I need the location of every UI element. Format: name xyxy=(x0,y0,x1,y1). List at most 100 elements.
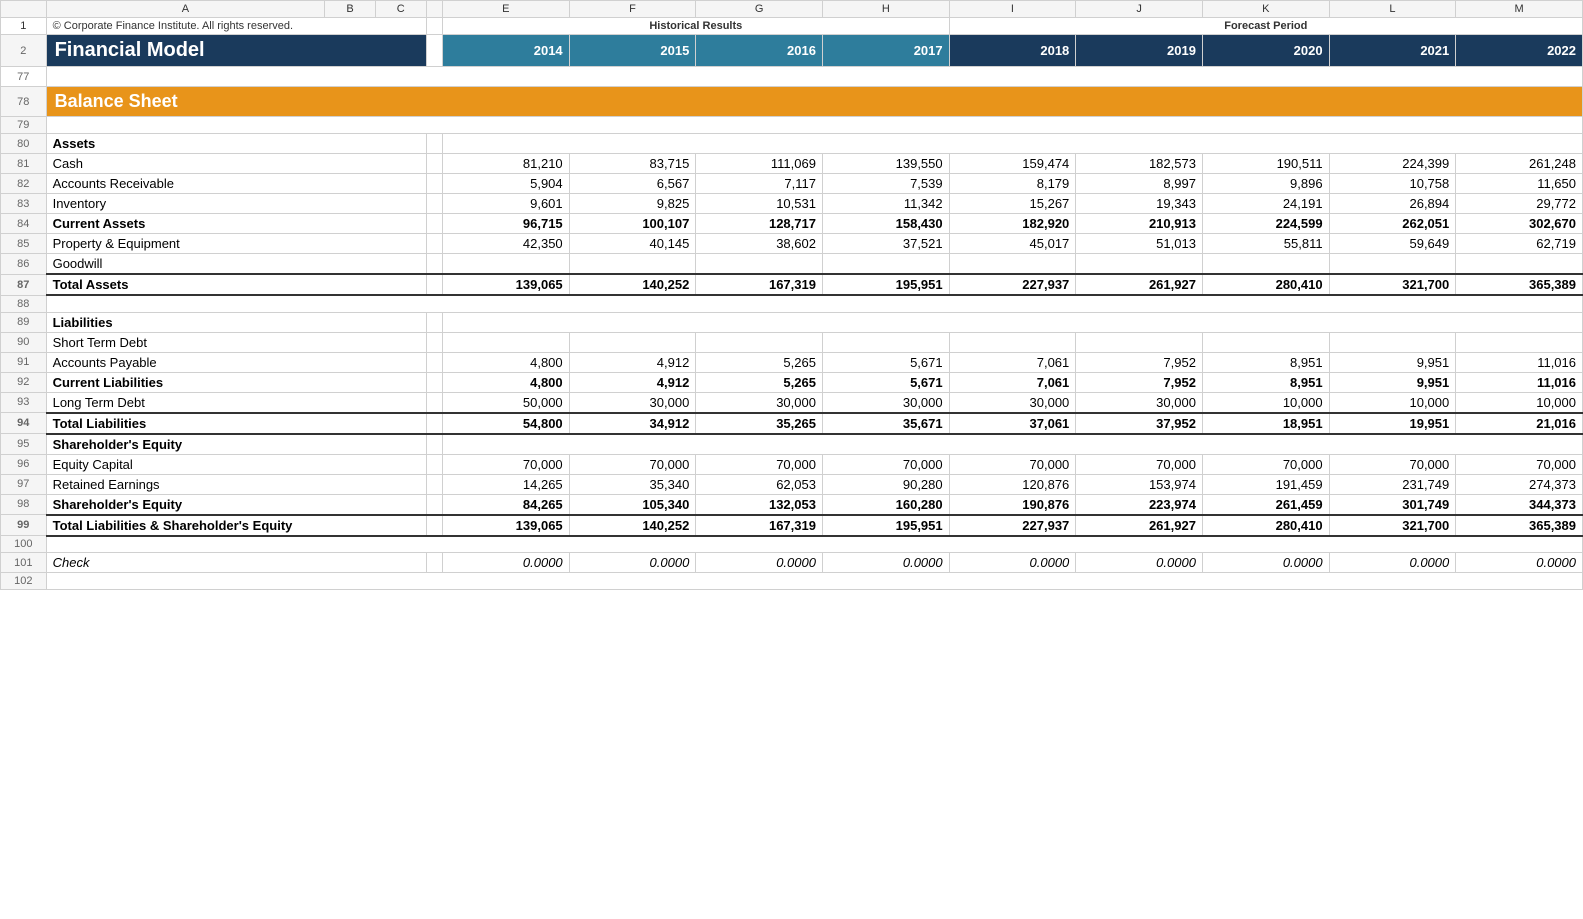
year-2015: 2015 xyxy=(569,35,696,67)
tl-2016: 35,265 xyxy=(696,413,823,434)
cash-2021: 224,399 xyxy=(1329,154,1456,174)
ec-2020: 70,000 xyxy=(1202,454,1329,474)
inv-2020: 24,191 xyxy=(1202,194,1329,214)
tl-2015: 34,912 xyxy=(569,413,696,434)
col-header-j: J xyxy=(1076,1,1203,18)
re-2015: 35,340 xyxy=(569,474,696,494)
row-79: 79 xyxy=(1,117,1583,134)
goodwill-label: Goodwill xyxy=(46,254,426,275)
year-2021: 2021 xyxy=(1329,35,1456,67)
ec-2017: 70,000 xyxy=(822,454,949,474)
forecast-header: Forecast Period xyxy=(949,18,1582,35)
check-2020: 0.0000 xyxy=(1202,553,1329,573)
cl-2017: 5,671 xyxy=(822,372,949,392)
std-label: Short Term Debt xyxy=(46,332,426,352)
cl-2016: 5,265 xyxy=(696,372,823,392)
ca-2020: 224,599 xyxy=(1202,214,1329,234)
cl-2014: 4,800 xyxy=(443,372,570,392)
spreadsheet: A B C E F G H I J K L M 1 © Corporate Fi… xyxy=(0,0,1583,590)
col-header-i: I xyxy=(949,1,1076,18)
se-2016: 132,053 xyxy=(696,494,823,515)
row-80: 80 Assets xyxy=(1,134,1583,154)
year-2019: 2019 xyxy=(1076,35,1203,67)
ca-2015: 100,107 xyxy=(569,214,696,234)
ppe-label: Property & Equipment xyxy=(46,234,426,254)
ap-2020: 8,951 xyxy=(1202,352,1329,372)
year-2022: 2022 xyxy=(1456,35,1583,67)
row-87: 87 Total Assets 139,065 140,252 167,319 … xyxy=(1,274,1583,295)
ppe-2022: 62,719 xyxy=(1456,234,1583,254)
ta-2019: 261,927 xyxy=(1076,274,1203,295)
year-2018: 2018 xyxy=(949,35,1076,67)
re-2016: 62,053 xyxy=(696,474,823,494)
ar-2017: 7,539 xyxy=(822,174,949,194)
ar-2019: 8,997 xyxy=(1076,174,1203,194)
inv-2014: 9,601 xyxy=(443,194,570,214)
se-2015: 105,340 xyxy=(569,494,696,515)
ec-label: Equity Capital xyxy=(46,454,426,474)
ca-2018: 182,920 xyxy=(949,214,1076,234)
ltd-label: Long Term Debt xyxy=(46,392,426,413)
ltd-2021: 10,000 xyxy=(1329,392,1456,413)
tle-2017: 195,951 xyxy=(822,515,949,536)
tle-2018: 227,937 xyxy=(949,515,1076,536)
ap-2017: 5,671 xyxy=(822,352,949,372)
row-1: 1 © Corporate Finance Institute. All rig… xyxy=(1,18,1583,35)
ppe-2017: 37,521 xyxy=(822,234,949,254)
ar-2021: 10,758 xyxy=(1329,174,1456,194)
ca-2014: 96,715 xyxy=(443,214,570,234)
check-2018: 0.0000 xyxy=(949,553,1076,573)
row-101: 101 Check 0.0000 0.0000 0.0000 0.0000 0.… xyxy=(1,553,1583,573)
cl-2019: 7,952 xyxy=(1076,372,1203,392)
ec-2018: 70,000 xyxy=(949,454,1076,474)
row-num-1: 1 xyxy=(1,18,47,35)
se-2022: 344,373 xyxy=(1456,494,1583,515)
row-78: 78 Balance Sheet xyxy=(1,87,1583,117)
ec-2016: 70,000 xyxy=(696,454,823,474)
col-header-k: K xyxy=(1202,1,1329,18)
cash-2017: 139,550 xyxy=(822,154,949,174)
tle-2021: 321,700 xyxy=(1329,515,1456,536)
se-label: Shareholder's Equity xyxy=(46,494,426,515)
row-88: 88 xyxy=(1,295,1583,312)
row-86: 86 Goodwill xyxy=(1,254,1583,275)
row-81: 81 Cash 81,210 83,715 111,069 139,550 15… xyxy=(1,154,1583,174)
ppe-2018: 45,017 xyxy=(949,234,1076,254)
ca-2019: 210,913 xyxy=(1076,214,1203,234)
ltd-2016: 30,000 xyxy=(696,392,823,413)
ar-2022: 11,650 xyxy=(1456,174,1583,194)
cash-label: Cash xyxy=(46,154,426,174)
tl-2021: 19,951 xyxy=(1329,413,1456,434)
col-header-c: C xyxy=(375,1,426,18)
cl-2015: 4,912 xyxy=(569,372,696,392)
row-2: 2 Financial Model 2014 2015 2016 2017 20… xyxy=(1,35,1583,67)
cl-2020: 8,951 xyxy=(1202,372,1329,392)
col-header-b: B xyxy=(325,1,376,18)
check-2017: 0.0000 xyxy=(822,553,949,573)
cash-2020: 190,511 xyxy=(1202,154,1329,174)
tl-2020: 18,951 xyxy=(1202,413,1329,434)
ta-2016: 167,319 xyxy=(696,274,823,295)
re-2018: 120,876 xyxy=(949,474,1076,494)
row-85: 85 Property & Equipment 42,350 40,145 38… xyxy=(1,234,1583,254)
cash-2016: 111,069 xyxy=(696,154,823,174)
ap-2022: 11,016 xyxy=(1456,352,1583,372)
ar-2015: 6,567 xyxy=(569,174,696,194)
cl-2022: 11,016 xyxy=(1456,372,1583,392)
se-2014: 84,265 xyxy=(443,494,570,515)
ta-2021: 321,700 xyxy=(1329,274,1456,295)
inv-2015: 9,825 xyxy=(569,194,696,214)
row-96: 96 Equity Capital 70,000 70,000 70,000 7… xyxy=(1,454,1583,474)
copyright-cell: © Corporate Finance Institute. All right… xyxy=(46,18,426,35)
cash-2019: 182,573 xyxy=(1076,154,1203,174)
se-2018: 190,876 xyxy=(949,494,1076,515)
ppe-2021: 59,649 xyxy=(1329,234,1456,254)
row-91: 91 Accounts Payable 4,800 4,912 5,265 5,… xyxy=(1,352,1583,372)
ta-2017: 195,951 xyxy=(822,274,949,295)
current-assets-label: Current Assets xyxy=(46,214,426,234)
row-92: 92 Current Liabilities 4,800 4,912 5,265… xyxy=(1,372,1583,392)
ap-2018: 7,061 xyxy=(949,352,1076,372)
historical-header: Historical Results xyxy=(443,18,950,35)
ltd-2020: 10,000 xyxy=(1202,392,1329,413)
ppe-2019: 51,013 xyxy=(1076,234,1203,254)
